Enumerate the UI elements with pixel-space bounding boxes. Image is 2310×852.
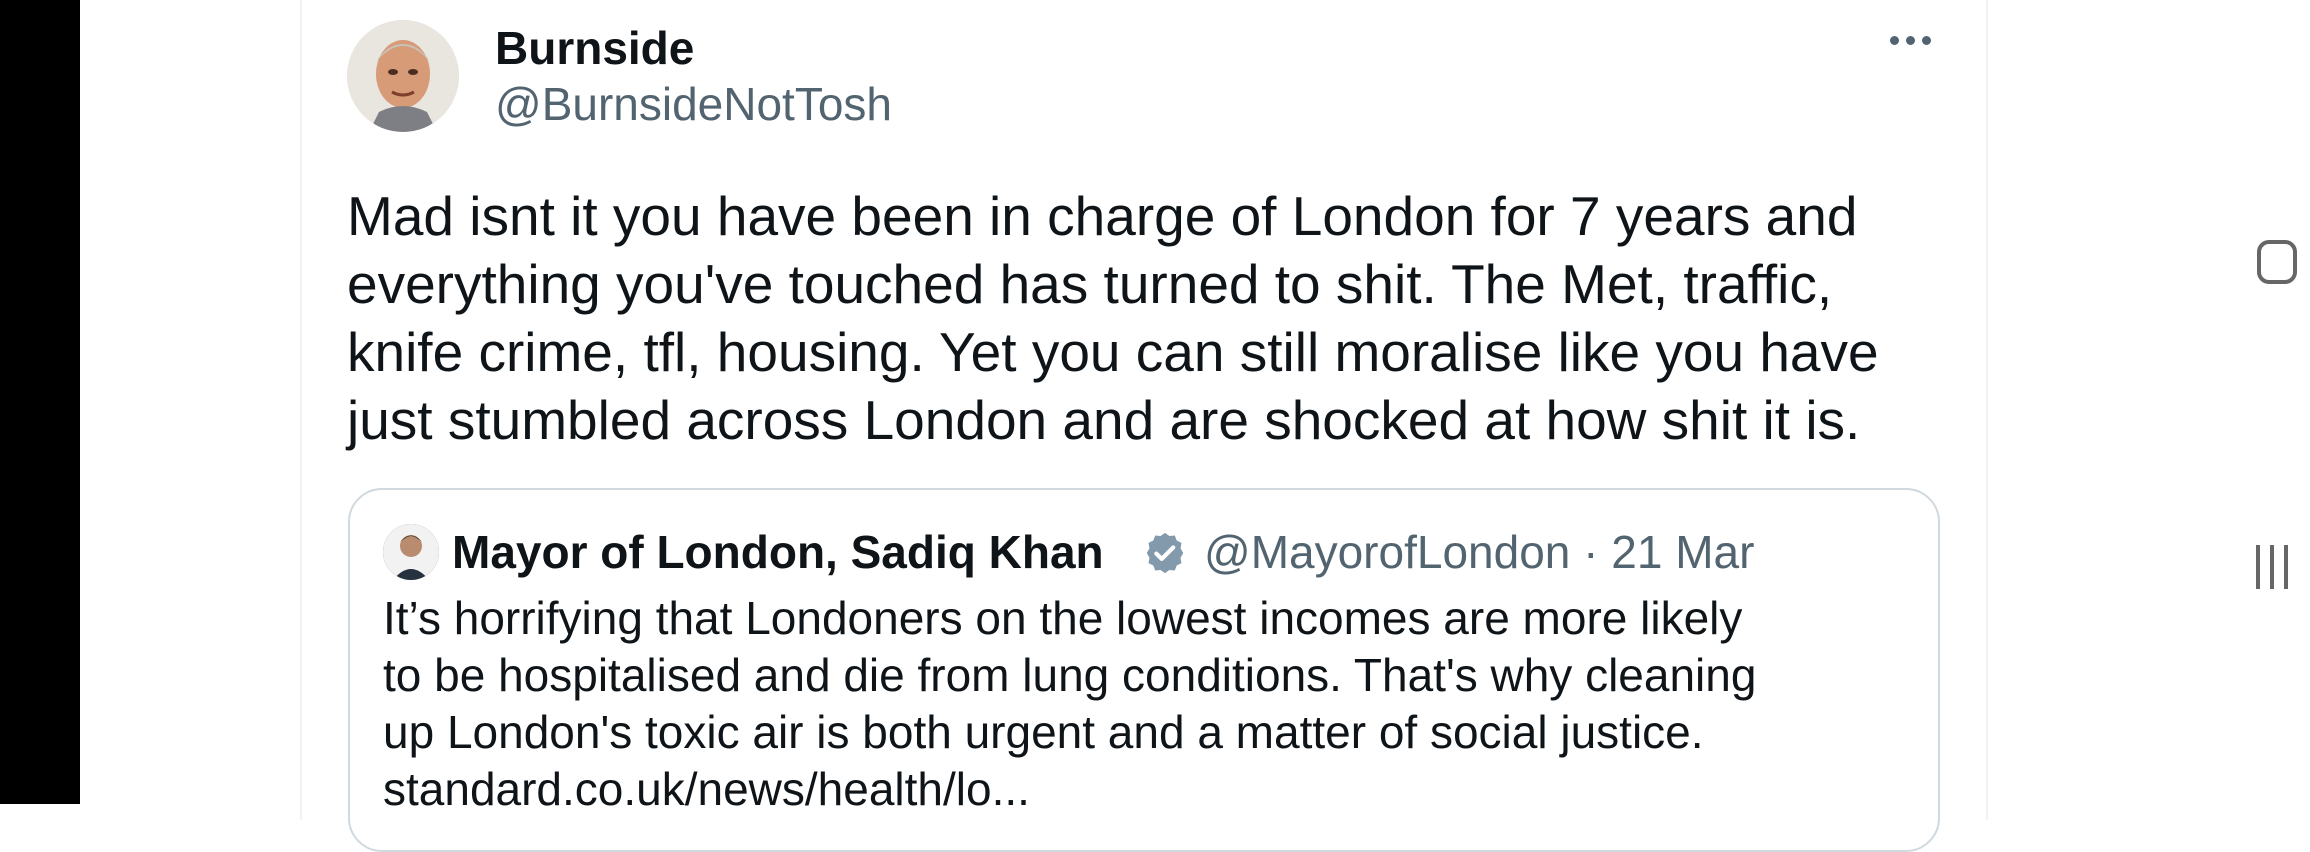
line (2270, 545, 2274, 589)
quoted-post-date[interactable]: 21 Mar (1611, 526, 1754, 578)
more-options-icon[interactable] (1890, 30, 1936, 50)
line (2256, 545, 2260, 589)
dot (1906, 35, 1915, 45)
quoted-author-handle[interactable]: @MayorofLondon (1204, 526, 1570, 578)
author-handle[interactable]: @BurnsideNotTosh (495, 76, 892, 132)
verified-badge-icon (1146, 532, 1184, 574)
quoted-author-avatar[interactable] (383, 524, 439, 580)
dot (1922, 35, 1931, 45)
three-lines-icon[interactable] (2256, 545, 2304, 589)
left-black-bar (0, 0, 80, 804)
dot (1890, 35, 1899, 45)
line (2284, 545, 2288, 589)
quoted-author-name[interactable]: Mayor of London, Sadiq Khan (452, 522, 1104, 582)
recent-apps-square-icon[interactable] (2257, 240, 2297, 284)
quoted-author-meta: @MayorofLondon · 21 Mar (1204, 522, 1754, 582)
post-text: Mad isnt it you have been in charge of L… (347, 185, 1879, 451)
author-display-name[interactable]: Burnside (495, 20, 694, 76)
meta-separator: · (1583, 526, 1599, 578)
quoted-post-text: It’s horrifying that Londoners on the lo… (383, 592, 1757, 815)
author-avatar[interactable] (347, 20, 459, 132)
